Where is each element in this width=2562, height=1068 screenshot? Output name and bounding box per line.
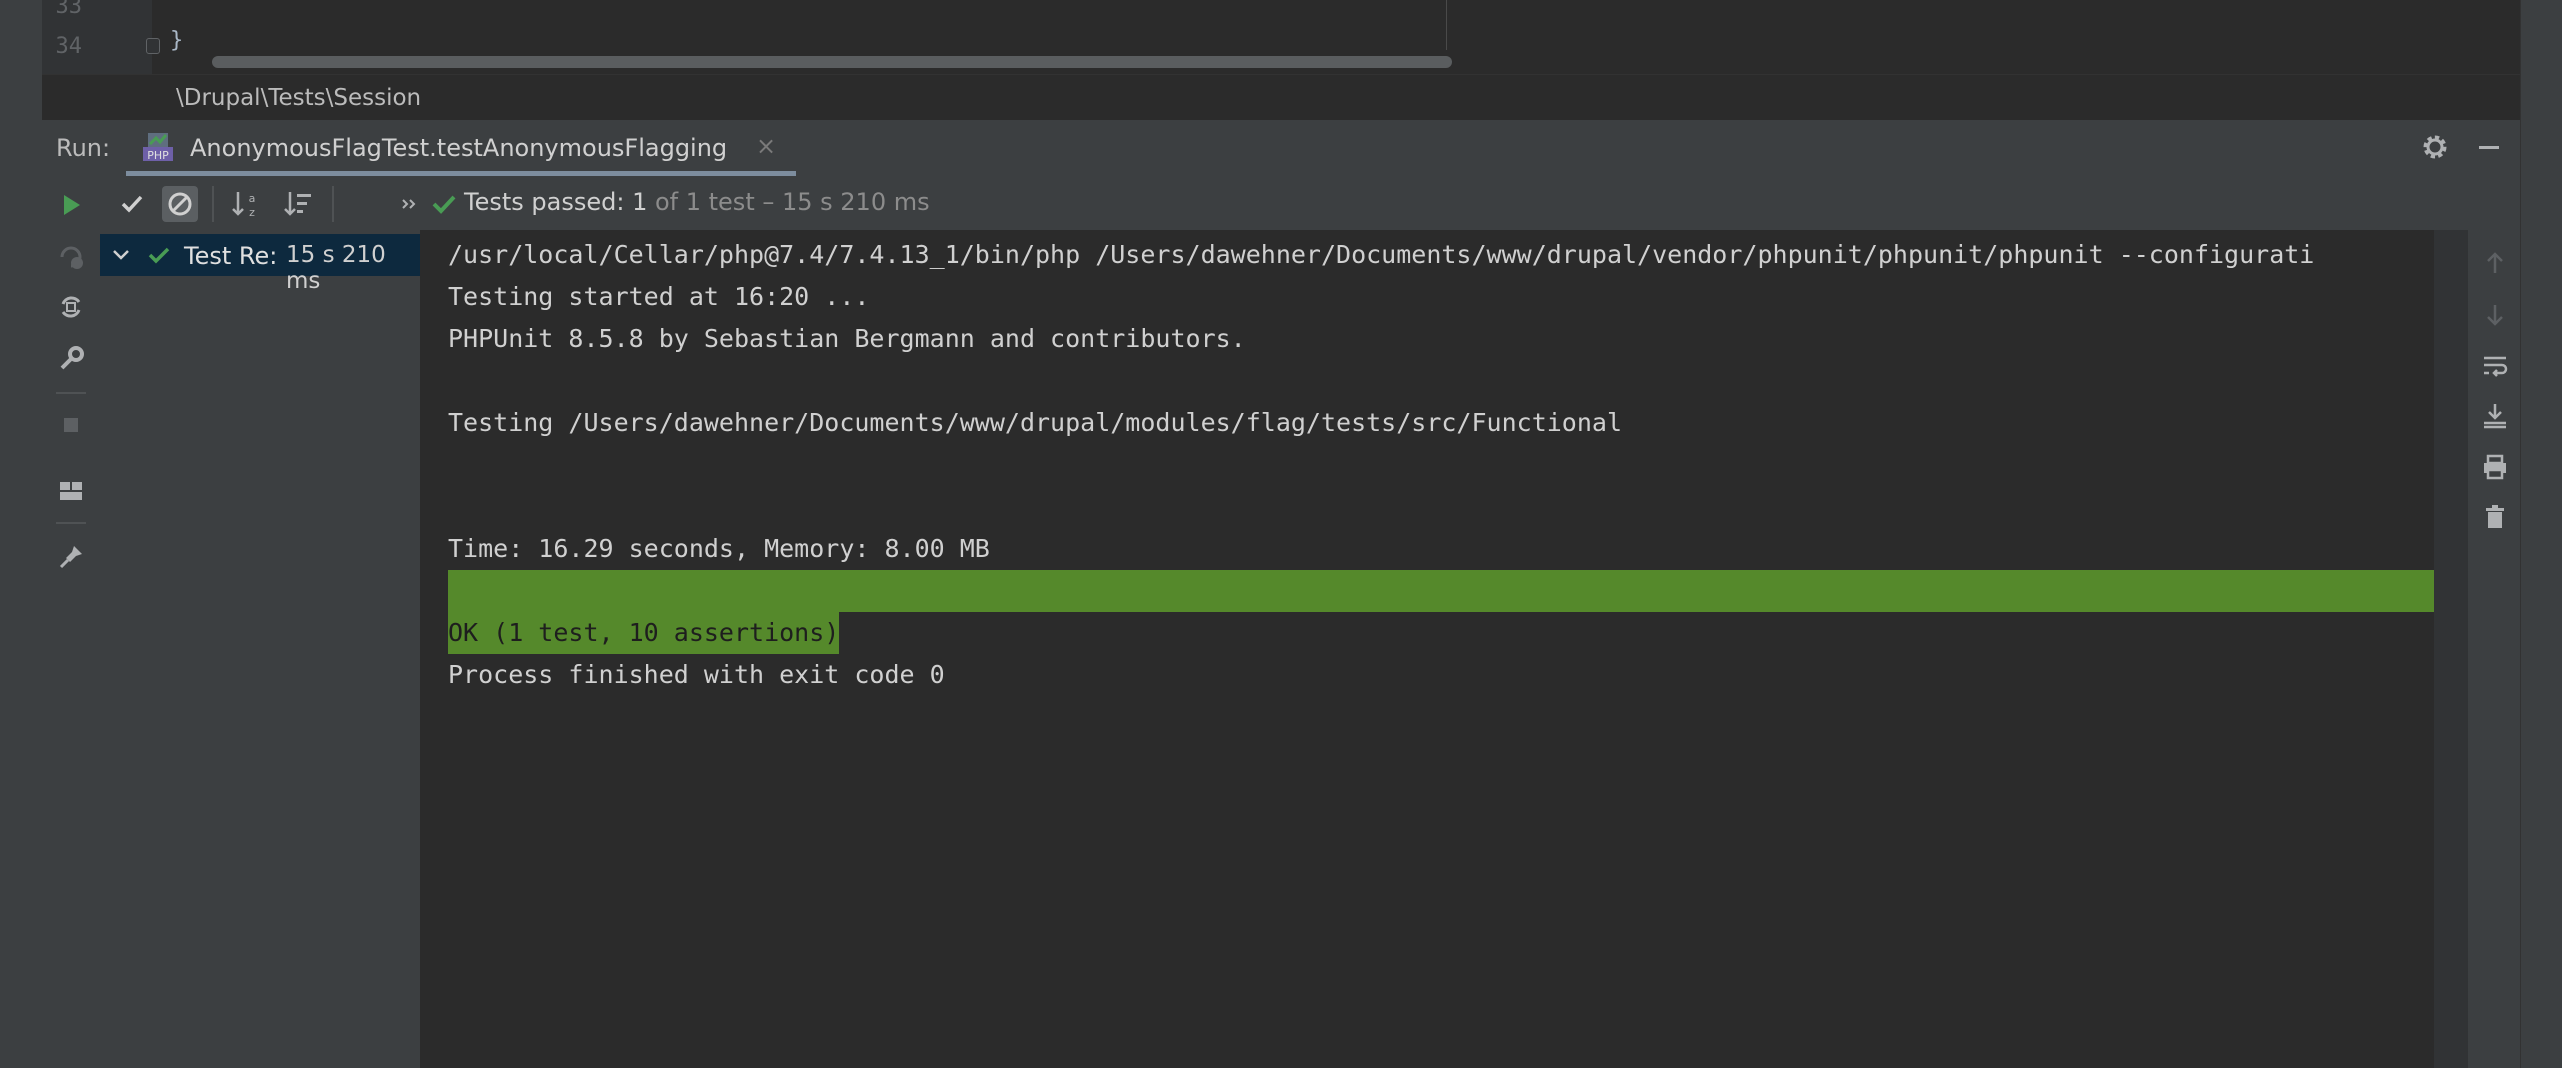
close-icon[interactable]: ×: [756, 132, 776, 160]
soft-wrap-icon[interactable]: [2480, 350, 2510, 380]
console-side-toolbar: [2468, 230, 2520, 1068]
right-margin-guide: [1446, 0, 1447, 50]
test-tree[interactable]: Test Re: 15 s 210 ms: [100, 230, 420, 1068]
chevron-down-icon[interactable]: [110, 244, 132, 266]
test-results-toolbar: a z Tests passed: 1 of 1 test – 15 s 210…: [100, 176, 2520, 230]
console-line: /usr/local/Cellar/php@7.4/7.4.13_1/bin/p…: [448, 240, 2315, 269]
show-ignored-icon[interactable]: [162, 186, 198, 222]
run-config-tab[interactable]: PHP AnonymousFlagTest.testAnonymousFlagg…: [126, 120, 796, 176]
console-line: Process finished with exit code 0: [448, 660, 945, 689]
rerun-failed-icon[interactable]: [56, 242, 86, 272]
run-tab-title: AnonymousFlagTest.testAnonymousFlagging: [190, 134, 728, 162]
run-label: Run:: [56, 134, 111, 162]
console-vertical-scrollbar[interactable]: [2434, 230, 2468, 1068]
php-file-icon: PHP: [143, 133, 173, 162]
svg-text:a: a: [249, 192, 256, 205]
trash-icon[interactable]: [2480, 502, 2510, 532]
print-icon[interactable]: [2480, 452, 2510, 482]
arrow-down-icon[interactable]: [2480, 300, 2510, 330]
line-number: 34: [55, 34, 83, 59]
console-output[interactable]: /usr/local/Cellar/php@7.4/7.4.13_1/bin/p…: [420, 230, 2434, 1068]
right-tool-strip: [2520, 0, 2562, 1068]
toolbar-separator: [56, 522, 86, 524]
show-passed-icon[interactable]: [114, 186, 150, 222]
left-tool-strip: [0, 0, 43, 1068]
arrow-up-icon[interactable]: [2480, 248, 2510, 278]
passed-check-icon: [148, 247, 170, 264]
test-status-summary: Tests passed: 1 of 1 test – 15 s 210 ms: [464, 188, 930, 216]
breadcrumb: \Drupal\Tests\Session: [42, 74, 2520, 121]
status-passed-count: 1: [632, 188, 648, 216]
console-line: Testing started at 16:20 ...: [448, 282, 870, 311]
toolbar-separator: [212, 186, 214, 222]
stop-icon[interactable]: [56, 410, 86, 440]
editor-gutter: 33 34: [42, 0, 160, 74]
editor-area[interactable]: 33 34 }: [42, 0, 2520, 74]
console-line: Time: 16.29 seconds, Memory: 8.00 MB: [448, 534, 990, 563]
minimize-icon[interactable]: [2474, 132, 2504, 162]
layout-icon[interactable]: [56, 476, 86, 506]
svg-text:z: z: [249, 206, 255, 219]
status-detail: of 1 test – 15 s 210 ms: [647, 188, 930, 216]
run-side-toolbar: [42, 176, 101, 1068]
toggle-auto-test-icon[interactable]: [56, 292, 86, 322]
svg-text:PHP: PHP: [147, 149, 169, 162]
run-tool-window-header: Run: PHP AnonymousFlagTest.testAnonymous…: [42, 120, 2520, 177]
breadcrumb-namespace[interactable]: \Drupal\Tests\Session: [176, 85, 421, 111]
tests-passed-check-icon: [432, 195, 456, 214]
success-bar: [448, 570, 2434, 612]
tree-row-label: Test Re:: [184, 242, 278, 270]
scroll-to-end-icon[interactable]: [2480, 400, 2510, 430]
console-line: PHPUnit 8.5.8 by Sebastian Bergmann and …: [448, 324, 1246, 353]
editor-horizontal-scrollbar[interactable]: [172, 52, 2520, 74]
console-line: Testing /Users/dawehner/Documents/www/dr…: [448, 408, 1622, 437]
more-actions-icon[interactable]: [392, 186, 428, 222]
line-number: 33: [55, 0, 83, 19]
sort-by-duration-icon[interactable]: [280, 186, 316, 222]
status-passed-prefix: Tests passed:: [464, 188, 633, 216]
tree-row-duration: 15 s 210 ms: [286, 242, 386, 294]
toolbar-separator: [332, 186, 334, 222]
code-line[interactable]: }: [170, 28, 183, 53]
wrench-icon[interactable]: [56, 344, 86, 374]
rerun-icon[interactable]: [56, 190, 86, 220]
sort-alphabetically-icon[interactable]: a z: [228, 186, 264, 222]
tree-row-test-results[interactable]: Test Re: 15 s 210 ms: [100, 234, 420, 294]
toolbar-separator: [56, 392, 86, 394]
scrollbar-thumb[interactable]: [212, 56, 1452, 68]
fold-marker-icon[interactable]: [146, 38, 160, 54]
console-line-ok: OK (1 test, 10 assertions): [448, 618, 840, 647]
gear-icon[interactable]: [2420, 132, 2450, 162]
pin-icon[interactable]: [56, 542, 86, 572]
